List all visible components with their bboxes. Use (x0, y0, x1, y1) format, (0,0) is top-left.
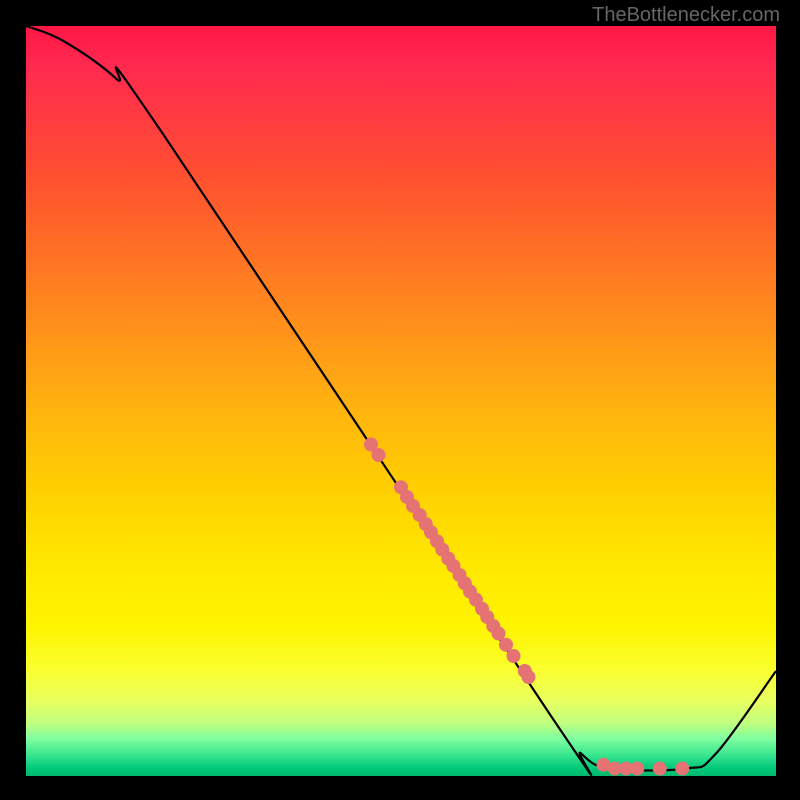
data-point (630, 762, 644, 776)
chart-overlay (26, 26, 776, 776)
bottleneck-curve (26, 26, 776, 775)
chart-plot-area (26, 26, 776, 776)
data-point (653, 762, 667, 776)
data-point (522, 670, 536, 684)
data-point (372, 448, 386, 462)
watermark-text: TheBottlenecker.com (592, 4, 780, 27)
data-point (507, 649, 521, 663)
data-point (675, 762, 689, 776)
data-points-group (364, 438, 689, 776)
